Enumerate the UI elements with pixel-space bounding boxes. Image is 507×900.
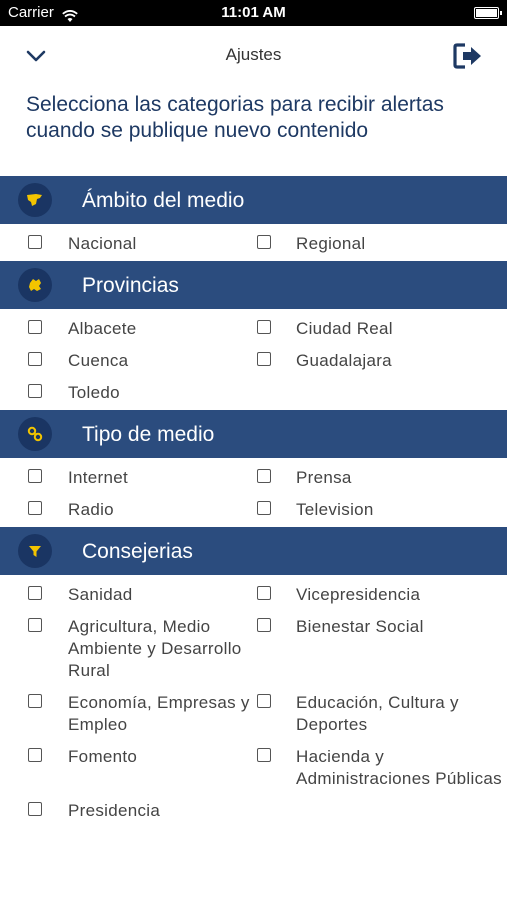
- checkbox[interactable]: [28, 586, 42, 600]
- option-label: Toledo: [68, 383, 120, 402]
- option-label: Internet: [68, 468, 129, 487]
- battery-icon: [474, 7, 502, 19]
- category-option[interactable]: Regional: [257, 233, 507, 255]
- option-label: Bienestar Social: [296, 617, 424, 636]
- checkbox[interactable]: [28, 235, 42, 249]
- option-label: Fomento: [68, 747, 138, 766]
- option-label: Radio: [68, 500, 114, 519]
- category-sections: Ámbito del medio Nacional Regional Provinci…: [0, 176, 507, 828]
- category-option[interactable]: Television: [257, 499, 507, 521]
- option-label: Educación, Cultura y Deportes: [296, 693, 459, 734]
- checkbox[interactable]: [28, 384, 42, 398]
- option-label: Sanidad: [68, 585, 133, 604]
- category-option[interactable]: Nacional: [28, 233, 257, 255]
- category-option[interactable]: Bienestar Social: [257, 616, 507, 682]
- category-option[interactable]: Presidencia: [28, 800, 257, 822]
- option-label: Hacienda y Administraciones Públicas: [296, 747, 502, 788]
- option-label: Cuenca: [68, 351, 129, 370]
- checkbox[interactable]: [28, 469, 42, 483]
- checkbox[interactable]: [28, 352, 42, 366]
- category-option[interactable]: Ciudad Real: [257, 318, 507, 340]
- checkbox[interactable]: [257, 586, 271, 600]
- checkbox-list: Nacional Regional: [0, 224, 507, 261]
- category-option[interactable]: Albacete: [28, 318, 257, 340]
- checkbox-list: Sanidad Vicepresidencia Agricultura, Medio…: [0, 575, 507, 828]
- option-label: Guadalajara: [296, 351, 392, 370]
- map-icon: [18, 183, 52, 217]
- checkbox[interactable]: [28, 320, 42, 334]
- category-option[interactable]: Toledo: [28, 382, 257, 404]
- checkbox[interactable]: [257, 501, 271, 515]
- checkbox[interactable]: [28, 694, 42, 708]
- checkbox-list: Albacete Ciudad Real Cuenca Guadalajara Tole…: [0, 309, 507, 410]
- section-title: Tipo de medio: [82, 423, 215, 446]
- option-label: Television: [296, 500, 374, 519]
- clock: 11:01 AM: [221, 4, 286, 21]
- section-header: Consejerias: [0, 527, 507, 575]
- link-icon: [18, 417, 52, 451]
- category-option[interactable]: Cuenca: [28, 350, 257, 372]
- nav-bar: Ajustes: [0, 26, 507, 86]
- category-option[interactable]: Economía, Empresas y Empleo: [28, 692, 257, 736]
- option-label: Economía, Empresas y Empleo: [68, 693, 250, 734]
- checkbox[interactable]: [28, 501, 42, 515]
- option-label: Presidencia: [68, 801, 161, 820]
- checkbox[interactable]: [257, 235, 271, 249]
- checkbox[interactable]: [28, 802, 42, 816]
- category-option[interactable]: Guadalajara: [257, 350, 507, 372]
- region-icon: [18, 268, 52, 302]
- option-label: Vicepresidencia: [296, 585, 421, 604]
- checkbox[interactable]: [28, 618, 42, 632]
- category-option[interactable]: Agricultura, Medio Ambiente y Desarrollo…: [28, 616, 257, 682]
- checkbox[interactable]: [257, 618, 271, 632]
- filter-icon: [18, 534, 52, 568]
- option-label: Agricultura, Medio Ambiente y Desarrollo…: [68, 617, 242, 680]
- option-label: Albacete: [68, 319, 137, 338]
- checkbox-list: Internet Prensa Radio Television: [0, 458, 507, 527]
- intro-text: Selecciona las categorias para recibir a…: [26, 93, 444, 142]
- logout-icon[interactable]: [453, 42, 483, 70]
- option-label: Nacional: [68, 234, 137, 253]
- checkbox[interactable]: [257, 352, 271, 366]
- status-bar: Carrier 11:01 AM: [0, 0, 507, 26]
- checkbox[interactable]: [257, 694, 271, 708]
- category-option[interactable]: Internet: [28, 467, 257, 489]
- checkbox[interactable]: [28, 748, 42, 762]
- option-label: Ciudad Real: [296, 319, 393, 338]
- section-header: Provincias: [0, 261, 507, 309]
- category-option[interactable]: Educación, Cultura y Deportes: [257, 692, 507, 736]
- section-header: Tipo de medio: [0, 410, 507, 458]
- checkbox[interactable]: [257, 748, 271, 762]
- category-option[interactable]: Hacienda y Administraciones Públicas: [257, 746, 507, 790]
- category-option[interactable]: Radio: [28, 499, 257, 521]
- option-label: Prensa: [296, 468, 352, 487]
- category-option[interactable]: Sanidad: [28, 584, 257, 606]
- category-option[interactable]: Fomento: [28, 746, 257, 790]
- page-title: Ajustes: [225, 45, 282, 64]
- option-label: Regional: [296, 234, 366, 253]
- category-option[interactable]: Prensa: [257, 467, 507, 489]
- section-title: Ámbito del medio: [82, 189, 245, 212]
- category-option[interactable]: Vicepresidencia: [257, 584, 507, 606]
- checkbox[interactable]: [257, 469, 271, 483]
- checkbox[interactable]: [257, 320, 271, 334]
- section-title: Consejerias: [82, 540, 193, 563]
- section-header: Ámbito del medio: [0, 176, 507, 224]
- section-title: Provincias: [82, 274, 179, 297]
